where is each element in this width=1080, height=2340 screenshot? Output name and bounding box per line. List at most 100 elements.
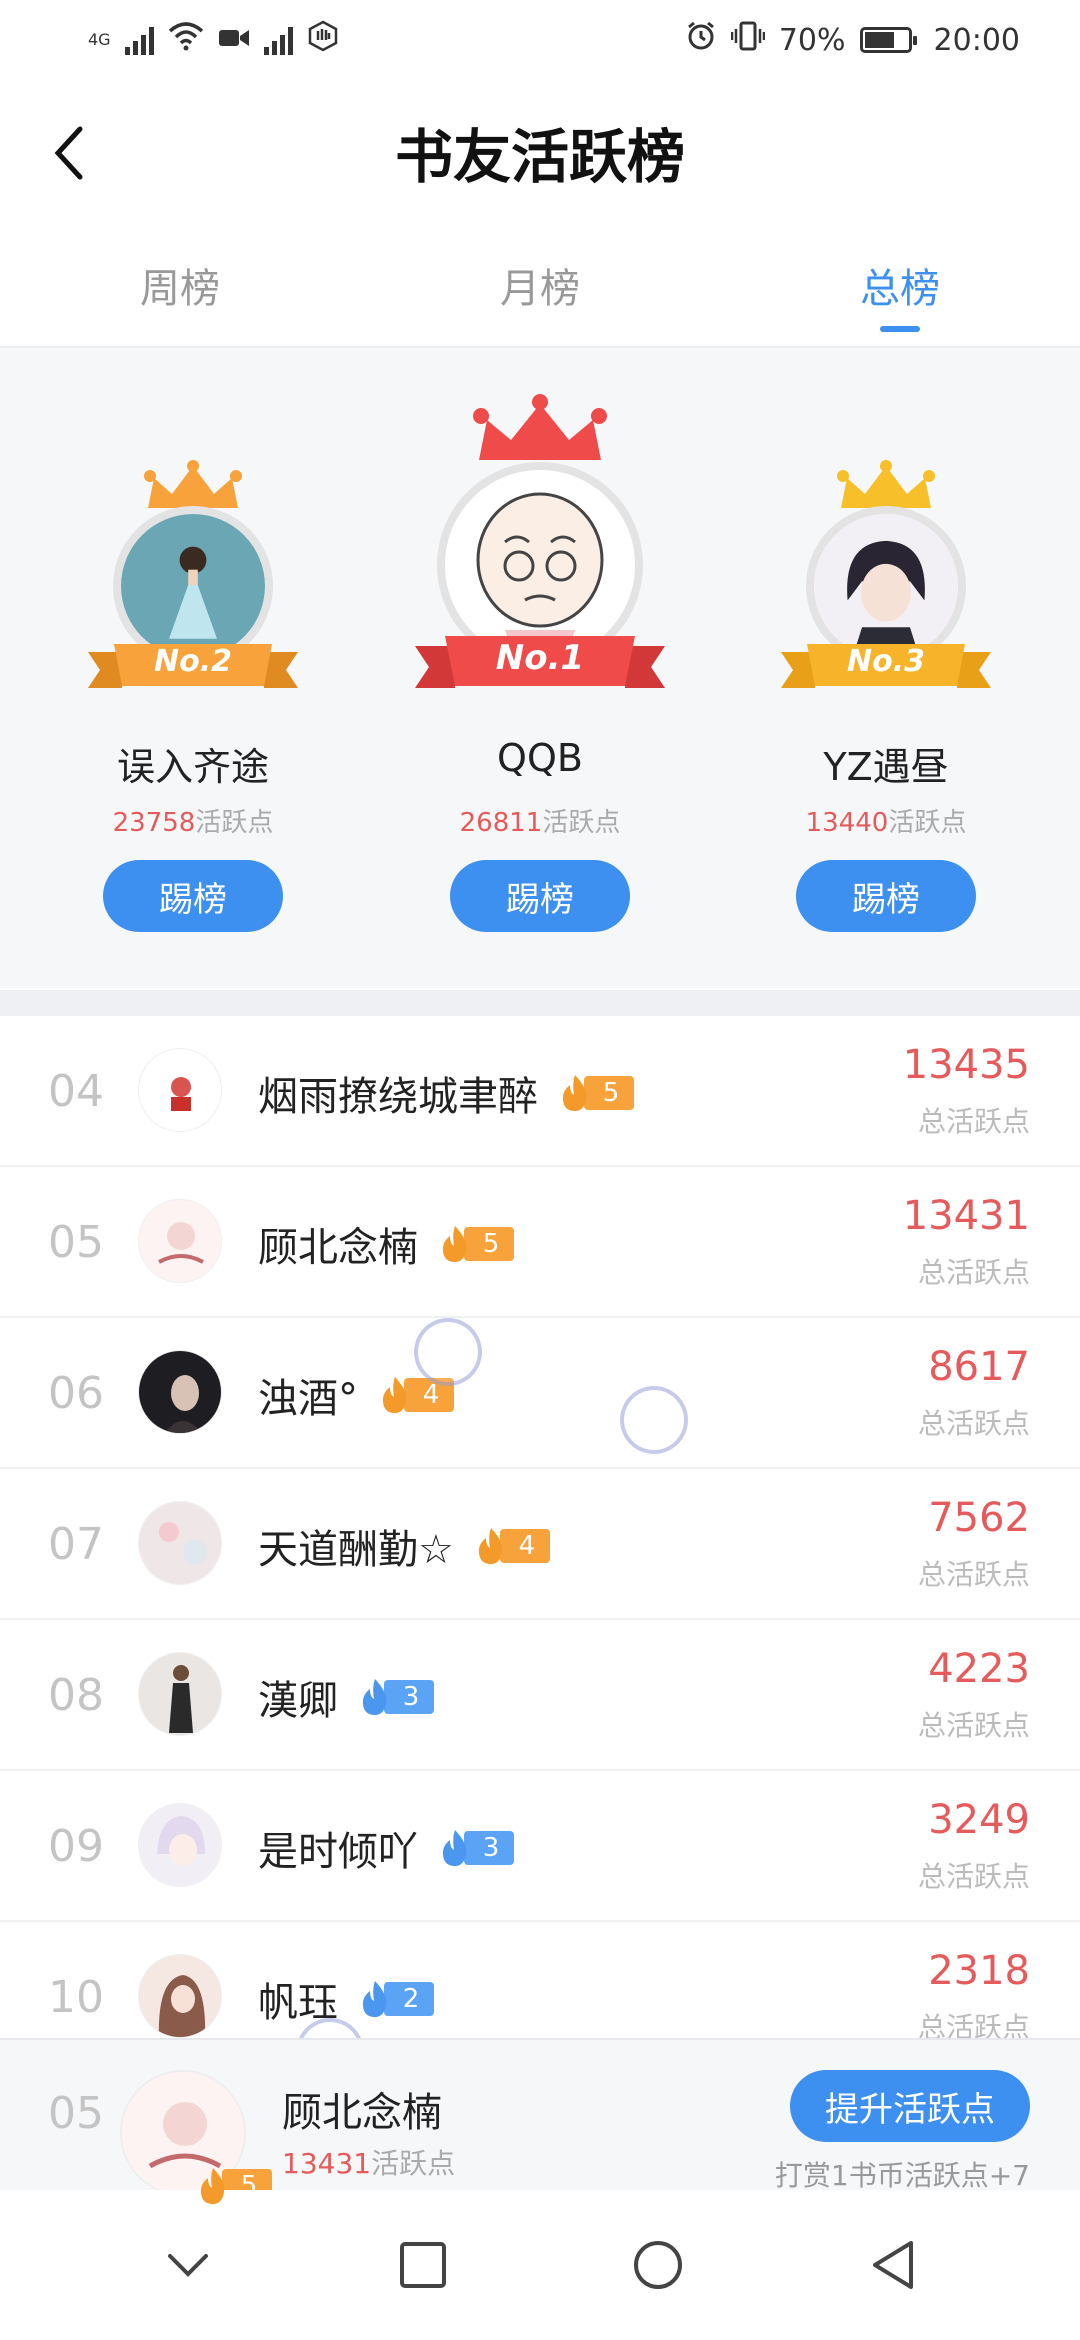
score-value: 8617 xyxy=(928,1344,1030,1390)
boost-points-button[interactable]: 提升活跃点 xyxy=(790,2070,1030,2142)
status-bar: 4G 70% 20:00 xyxy=(0,0,1080,80)
podium-points: 13440活跃点 xyxy=(736,802,1036,839)
podium-third: No.3 YZ遇昼 13440活跃点 踢榜 xyxy=(736,348,1036,988)
circle-icon xyxy=(633,2241,682,2289)
level-badge: 5 xyxy=(438,1226,514,1262)
podium-name: YZ遇昼 xyxy=(823,745,949,789)
points-suffix: 活跃点 xyxy=(542,808,621,838)
list-item[interactable]: 09 是时倾吖 3 3249 总活跃点 xyxy=(0,1771,1080,1922)
avatar-image xyxy=(139,1200,221,1282)
avatar[interactable] xyxy=(138,1199,222,1283)
user-name: 帆珏 2 xyxy=(258,1970,434,2028)
avatar[interactable] xyxy=(138,1954,222,2038)
avatar-image xyxy=(139,1804,221,1886)
podium-points: 26811活跃点 xyxy=(390,802,690,839)
section-divider xyxy=(0,990,1080,1016)
avatar[interactable] xyxy=(138,1652,222,1736)
touch-indicator xyxy=(414,1318,482,1386)
level-badge: 2 xyxy=(358,1981,434,2017)
rank-number: 09 xyxy=(48,1821,104,1872)
list-item[interactable]: 08 漢卿 3 4223 总活跃点 xyxy=(0,1620,1080,1771)
level-badge: 5 xyxy=(558,1075,634,1111)
rank-number: 05 xyxy=(48,1217,104,1268)
score-value: 13431 xyxy=(902,1193,1030,1239)
tab-total[interactable]: 总榜 xyxy=(720,230,1080,346)
avatar-image xyxy=(139,1502,221,1584)
avatar[interactable] xyxy=(138,1048,222,1132)
points-value: 23758 xyxy=(112,808,196,838)
battery-icon xyxy=(859,27,917,53)
points-value: 26811 xyxy=(459,808,543,838)
boost-hint: 打赏1书币活跃点+7 xyxy=(774,2159,1030,2192)
score-label: 总活跃点 xyxy=(917,2011,1030,2038)
signal-icon xyxy=(124,25,154,55)
score-label: 总活跃点 xyxy=(917,1860,1030,1893)
my-rank-bar: 05 5 顾北念楠 13431活跃点 提升活跃点 打赏1书币活跃点+7 xyxy=(0,2038,1080,2204)
score-value: 2318 xyxy=(928,1948,1030,1994)
touch-indicator xyxy=(620,1386,688,1454)
network-type: 4G xyxy=(88,30,111,49)
points-suffix: 活跃点 xyxy=(371,2147,456,2180)
tab-label: 周榜 xyxy=(140,266,220,312)
avatar[interactable] xyxy=(138,1501,222,1585)
points-value: 13440 xyxy=(805,808,889,838)
status-right: 70% 20:00 xyxy=(685,20,1020,60)
score-value: 13435 xyxy=(902,1042,1030,1088)
list-item[interactable]: 06 浊酒° 4 8617 总活跃点 xyxy=(0,1318,1080,1469)
user-name: 顾北念楠 5 xyxy=(258,1215,514,1273)
flame-icon xyxy=(362,1679,387,1715)
tab-monthly[interactable]: 月榜 xyxy=(360,230,720,346)
avatar[interactable] xyxy=(138,1350,222,1434)
wifi-icon xyxy=(168,21,204,59)
kick-button[interactable]: 踢榜 xyxy=(103,860,283,932)
page-title: 书友活跃榜 xyxy=(394,123,685,191)
square-icon xyxy=(399,2242,446,2288)
nav-back-button[interactable] xyxy=(843,2215,943,2315)
list-item[interactable]: 04 烟雨撩绕城聿醉 5 13435 总活跃点 xyxy=(0,1016,1080,1167)
flame-icon xyxy=(362,1981,387,2017)
nav-hide-button[interactable] xyxy=(138,2215,238,2315)
avatar-image xyxy=(139,1351,221,1433)
rank-number: 10 xyxy=(48,1972,104,2023)
ranking-list[interactable]: 04 烟雨撩绕城聿醉 5 13435 总活跃点 05 顾北念楠 5 13431 … xyxy=(0,1016,1080,2038)
hand-icon xyxy=(307,20,339,60)
status-left: 4G xyxy=(88,20,339,60)
rank-number: 08 xyxy=(48,1670,104,1721)
user-name: 是时倾吖 3 xyxy=(258,1819,514,1877)
score-value: 3249 xyxy=(928,1797,1030,1843)
signal2-icon xyxy=(263,25,293,55)
score-label: 总活跃点 xyxy=(917,1256,1030,1289)
rank-number: 04 xyxy=(48,1066,104,1117)
kick-button[interactable]: 踢榜 xyxy=(450,860,630,932)
nav-home-button[interactable] xyxy=(608,2215,708,2315)
user-name: 天道酬勤☆ 4 xyxy=(258,1517,550,1575)
podium-points: 23758活跃点 xyxy=(43,802,343,839)
user-name: 漢卿 3 xyxy=(258,1668,434,1726)
list-item[interactable]: 07 天道酬勤☆ 4 7562 总活跃点 xyxy=(0,1469,1080,1620)
avatar[interactable] xyxy=(138,1803,222,1887)
list-item[interactable]: 10 帆珏 2 2318 总活跃点 xyxy=(0,1922,1080,2038)
chevron-down-icon xyxy=(167,2254,208,2277)
flame-icon xyxy=(562,1075,587,1111)
flame-icon xyxy=(478,1528,503,1564)
podium-name: QQB xyxy=(497,736,583,780)
avatar-image xyxy=(139,1955,221,2037)
score-value: 4223 xyxy=(928,1646,1030,1692)
nav-recents-button[interactable] xyxy=(373,2215,473,2315)
user-name: 烟雨撩绕城聿醉 5 xyxy=(258,1064,634,1122)
alarm-icon xyxy=(685,20,717,60)
list-item[interactable]: 05 顾北念楠 5 13431 总活跃点 xyxy=(0,1167,1080,1318)
user-name-text: 天道酬勤☆ xyxy=(258,1527,454,1573)
rank-label: No.3 xyxy=(847,644,925,679)
kick-button[interactable]: 踢榜 xyxy=(796,860,976,932)
header: 书友活跃榜 xyxy=(0,80,1080,230)
tab-indicator xyxy=(880,326,920,332)
tab-weekly[interactable]: 周榜 xyxy=(0,230,360,346)
rank-number: 06 xyxy=(48,1368,104,1419)
battery-percent: 70% xyxy=(778,22,846,58)
user-name-text: 是时倾吖 xyxy=(258,1829,418,1875)
level-badge: 3 xyxy=(438,1830,514,1866)
points-suffix: 活跃点 xyxy=(195,808,274,838)
tab-label: 总榜 xyxy=(860,266,940,312)
points-value: 13431 xyxy=(282,2147,372,2180)
